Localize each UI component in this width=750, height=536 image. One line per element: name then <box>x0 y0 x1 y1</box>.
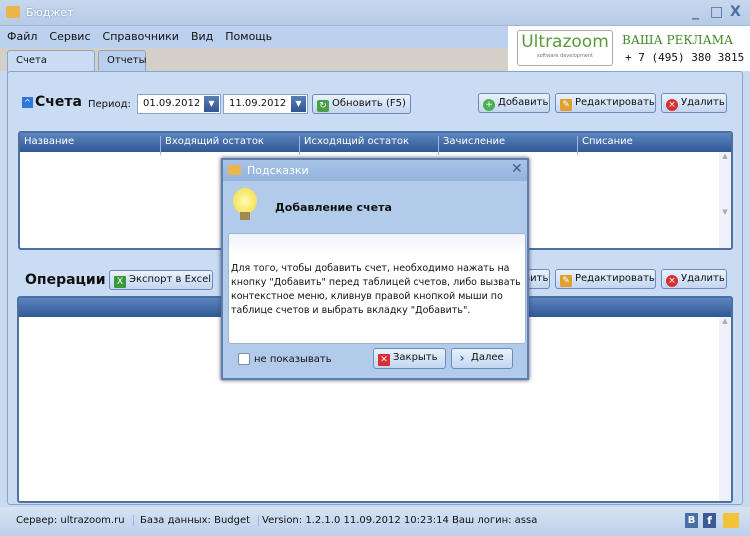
edit-operation-button[interactable]: ✎ Редактировать <box>555 269 656 289</box>
excel-icon: X <box>114 276 126 288</box>
title-bar: Бюджет _ □ X <box>0 0 750 26</box>
status-login: Ваш логин: assa <box>452 515 538 526</box>
operations-title: Операции <box>25 272 106 288</box>
column-outgoing[interactable]: Исходящий остаток <box>299 136 409 155</box>
status-version: Version: 1.2.1.0 11.09.2012 10:23:14 <box>262 515 458 526</box>
date-to-picker[interactable]: 11.09.2012 ▼ <box>223 94 308 114</box>
dialog-close-button[interactable]: ✕ Закрыть <box>373 348 446 369</box>
column-incoming[interactable]: Входящий остаток <box>160 136 264 155</box>
dropdown-icon[interactable]: ▼ <box>204 96 219 112</box>
tab-accounts[interactable]: Счета <box>7 50 95 73</box>
dialog-close-icon[interactable]: ✕ <box>511 161 523 177</box>
delete-icon: × <box>666 275 678 287</box>
close-button[interactable]: X <box>730 4 741 20</box>
lightbulb-icon <box>233 188 257 214</box>
dialog-title-bar: Подсказки ✕ <box>223 160 527 181</box>
pencil-icon: ✎ <box>560 99 572 111</box>
chevron-right-icon: › <box>459 351 465 365</box>
dialog-next-button[interactable]: › Далее <box>451 348 513 369</box>
menu-help[interactable]: Помощь <box>218 26 277 43</box>
export-excel-button[interactable]: X Экспорт в Excel <box>109 270 213 290</box>
status-bar: Сервер: ultrazoom.ru База данных: Budget… <box>0 507 750 536</box>
ad-banner[interactable]: Ultrazoom software development ВАША РЕКЛ… <box>508 26 750 71</box>
dont-show-label: не показывать <box>254 354 332 365</box>
minimize-button[interactable]: _ <box>692 4 699 20</box>
window-title: Бюджет <box>26 6 74 19</box>
status-database: База данных: Budget <box>140 515 260 526</box>
column-credit[interactable]: Зачисление <box>438 136 505 155</box>
app-icon <box>6 6 20 18</box>
scrollbar[interactable]: ▲ <box>719 317 731 501</box>
edit-account-button[interactable]: ✎ Редактировать <box>555 93 656 113</box>
dont-show-checkbox[interactable] <box>238 353 250 365</box>
ad-phone: + 7 (495) 380 3815 <box>625 51 745 64</box>
dialog-heading: Добавление счета <box>275 201 392 214</box>
menu-file[interactable]: Файл <box>0 26 42 43</box>
accounts-title: Счета <box>35 94 82 110</box>
dropdown-icon[interactable]: ▼ <box>291 96 306 112</box>
refresh-icon: ↻ <box>317 100 329 112</box>
pencil-icon: ✎ <box>560 275 572 287</box>
hints-dialog: Подсказки ✕ Добавление счета Для того, ч… <box>221 158 529 380</box>
dialog-text-box: Для того, чтобы добавить счет, необходим… <box>228 233 526 344</box>
menu-view[interactable]: Вид <box>184 26 218 43</box>
folder-icon <box>228 165 241 175</box>
menu-references[interactable]: Справочники <box>96 26 184 43</box>
tab-strip: Счета Отчеты <box>0 48 508 73</box>
column-name[interactable]: Название <box>20 136 74 155</box>
plus-icon: + <box>483 99 495 111</box>
scrollbar[interactable]: ▲ ▼ <box>719 152 731 248</box>
dialog-title: Подсказки <box>247 164 309 177</box>
menu-service[interactable]: Сервис <box>42 26 95 43</box>
dialog-text: Для того, чтобы добавить счет, необходим… <box>231 263 521 316</box>
table-header: Название Входящий остаток Исходящий оста… <box>20 133 731 155</box>
period-label: Период: <box>88 99 131 110</box>
maximize-button[interactable]: □ <box>710 4 723 20</box>
date-from-picker[interactable]: 01.09.2012 ▼ <box>137 94 221 114</box>
close-x-icon: ✕ <box>378 354 390 366</box>
mail-icon[interactable] <box>723 513 739 528</box>
add-account-button[interactable]: + Добавить <box>478 93 550 113</box>
ultrazoom-logo: Ultrazoom software development <box>517 30 613 66</box>
vk-icon[interactable]: B <box>685 513 698 528</box>
menu-bar: Файл Сервис Справочники Вид Помощь <box>0 26 508 48</box>
collapse-icon[interactable]: ^ <box>22 97 33 108</box>
refresh-button[interactable]: ↻ Обновить (F5) <box>312 94 411 114</box>
delete-operation-button[interactable]: × Удалить <box>661 269 727 289</box>
status-server: Сервер: ultrazoom.ru <box>16 515 134 526</box>
facebook-icon[interactable]: f <box>703 513 716 528</box>
ad-headline: ВАША РЕКЛАМА <box>622 33 734 47</box>
tab-reports[interactable]: Отчеты <box>98 50 146 71</box>
delete-account-button[interactable]: × Удалить <box>661 93 727 113</box>
delete-icon: × <box>666 99 678 111</box>
column-debit[interactable]: Списание <box>577 136 633 155</box>
